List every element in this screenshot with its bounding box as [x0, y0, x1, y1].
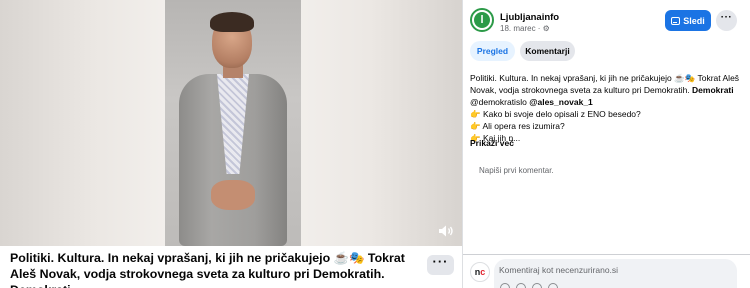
video-frame[interactable] — [165, 0, 301, 246]
page-avatar-letter: l — [474, 12, 490, 28]
user-avatar-suffix: c — [480, 267, 486, 277]
post-viewer: Politiki. Kultura. In nekaj vprašanj, ki… — [0, 0, 750, 288]
comment-tools — [500, 283, 558, 288]
page-avatar[interactable]: l — [470, 8, 494, 32]
post-caption: Politiki. Kultura. In nekaj vprašanj, ki… — [10, 251, 405, 288]
follow-button-label: Sledi — [683, 15, 705, 26]
caption-more-button[interactable]: ··· — [427, 255, 454, 275]
comment-input-placeholder: Komentiraj kot necenzurirano.si — [499, 265, 619, 275]
description-question-1: 👉 Kako bi svoje delo opisali z ENO besed… — [470, 109, 641, 119]
panel-divider — [462, 0, 463, 288]
description-line-2-text: Novak, vodja strokovnega sveta za kultur… — [470, 85, 693, 95]
speaker-icon-svg — [439, 225, 453, 237]
post-description: Politiki. Kultura. In nekaj vprašanj, ki… — [470, 72, 740, 144]
page-name-link[interactable]: Ljubljanainfo — [500, 12, 559, 23]
mention-demokratislo[interactable]: @demokratislo — [470, 97, 529, 107]
description-line-2: Novak, vodja strokovnega sveta za kultur… — [470, 84, 740, 96]
description-line-3: @demokratislo @ales_novak_1 — [470, 96, 740, 108]
no-comments-text: Napiši prvi komentar. — [479, 166, 554, 175]
show-more-link[interactable]: Prikaži več — [470, 138, 514, 148]
follow-icon — [671, 16, 681, 25]
follow-button[interactable]: Sledi — [665, 10, 711, 31]
description-question-2: 👉 Ali opera res izumira? — [470, 121, 565, 131]
post-date[interactable]: 18. marec · ⚙ — [500, 24, 550, 33]
gif-icon[interactable] — [532, 283, 542, 288]
user-avatar[interactable]: nc — [470, 262, 490, 282]
emoji-icon[interactable] — [500, 283, 510, 288]
mention-ales-novak[interactable]: @ales_novak_1 — [529, 97, 593, 107]
sticker-icon[interactable] — [548, 283, 558, 288]
person-hair — [210, 12, 254, 32]
tab-overview[interactable]: Pregled — [470, 41, 515, 61]
description-line-1: Politiki. Kultura. In nekaj vprašanj, ki… — [470, 73, 740, 83]
camera-icon[interactable] — [516, 283, 526, 288]
person-hands — [211, 180, 255, 210]
mention-demokrati[interactable]: Demokrati — [692, 85, 734, 95]
composer-divider — [463, 254, 750, 255]
speaker-icon[interactable] — [438, 224, 456, 240]
video-player[interactable] — [0, 0, 462, 246]
tab-comments[interactable]: Komentarji — [520, 41, 575, 61]
more-options-button[interactable]: ··· — [716, 10, 737, 31]
